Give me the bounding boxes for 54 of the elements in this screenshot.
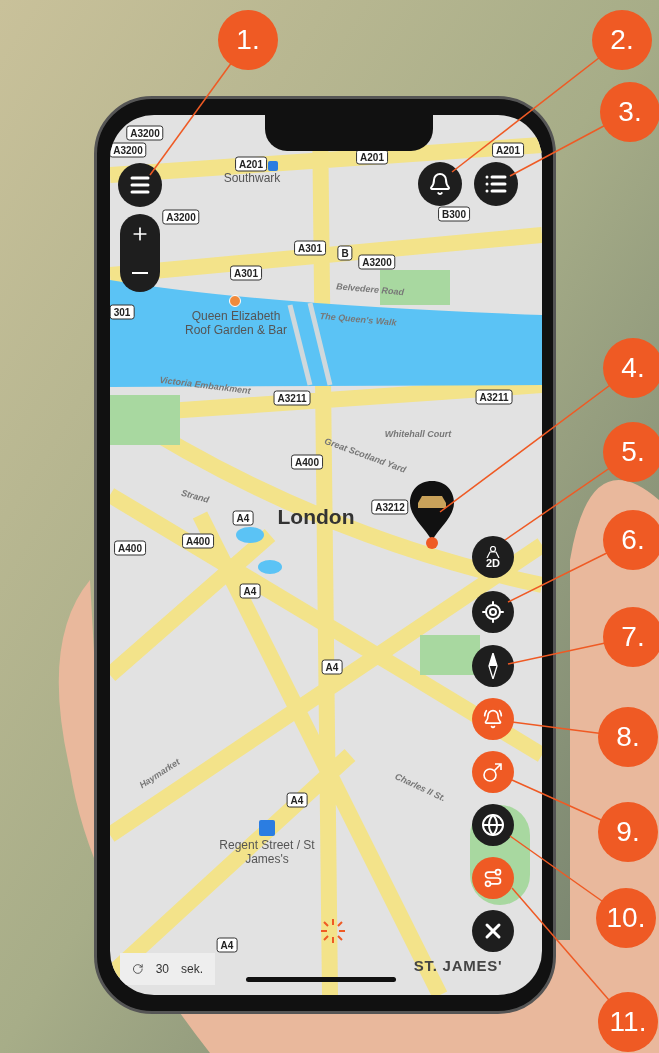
road-number: 301: [110, 304, 135, 320]
street-label: Belvedere Road: [335, 280, 405, 300]
refresh-icon: [132, 963, 144, 975]
road-number: A301: [294, 240, 326, 256]
road-number: A400: [291, 454, 323, 470]
bell-icon: [428, 172, 452, 196]
city-label: London: [277, 504, 355, 531]
callout-number: 5.: [603, 422, 659, 482]
callout-number: 1.: [218, 10, 278, 70]
road-number: A3211: [475, 389, 513, 405]
route-icon: [483, 868, 503, 888]
road-number: A4: [216, 937, 238, 953]
callout-number: 3.: [600, 82, 659, 142]
road-number: A201: [492, 142, 524, 158]
person-icon: [485, 545, 501, 558]
bus-stop-icon: [259, 820, 275, 836]
road-number: A400: [182, 533, 214, 549]
male-symbol-icon: [482, 761, 504, 783]
district-label: ST. JAMES': [413, 955, 503, 976]
street-label: Whitehall Court: [384, 428, 452, 442]
road-number: B: [337, 245, 353, 261]
road-number: A3212: [371, 499, 409, 515]
callout-number: 2.: [592, 10, 652, 70]
place-label: Queen Elizabeth Roof Garden & Bar: [183, 309, 289, 337]
street-label: Strand: [179, 486, 211, 507]
road-number: A3211: [273, 390, 311, 406]
minus-icon: [132, 271, 148, 274]
globe-icon: [481, 813, 505, 837]
road-number: A3200: [358, 254, 396, 270]
road-number: A3200: [110, 142, 147, 158]
refresh-unit: sek.: [181, 961, 203, 978]
loading-spinner-icon: [320, 918, 346, 944]
locate-icon: [481, 600, 505, 624]
road-number: A4: [286, 792, 308, 808]
road-number: A201: [235, 156, 267, 172]
road-number: A301: [230, 265, 262, 281]
road-number: A4: [321, 659, 343, 675]
road-number: A3200: [126, 125, 164, 141]
road-number: A4: [232, 510, 254, 526]
place-label: Southwark: [222, 171, 282, 185]
car-location-pin: [410, 481, 454, 549]
train-station-icon: [268, 161, 278, 171]
street-label: Victoria Embankment: [158, 373, 252, 398]
road-number: A400: [114, 540, 146, 556]
road-number: A3200: [162, 209, 200, 225]
road-number: A4: [239, 583, 261, 599]
refresh-interval: 30: [155, 961, 169, 978]
bell-icon: [483, 709, 503, 729]
compass-icon: [488, 653, 498, 679]
street-label: The Queen's Walk: [319, 309, 397, 330]
road-number: B300: [438, 206, 470, 222]
place-label: Regent Street / St James's: [218, 838, 316, 866]
view-mode-label: 2D: [485, 557, 501, 569]
callout-number: 4.: [603, 338, 659, 398]
